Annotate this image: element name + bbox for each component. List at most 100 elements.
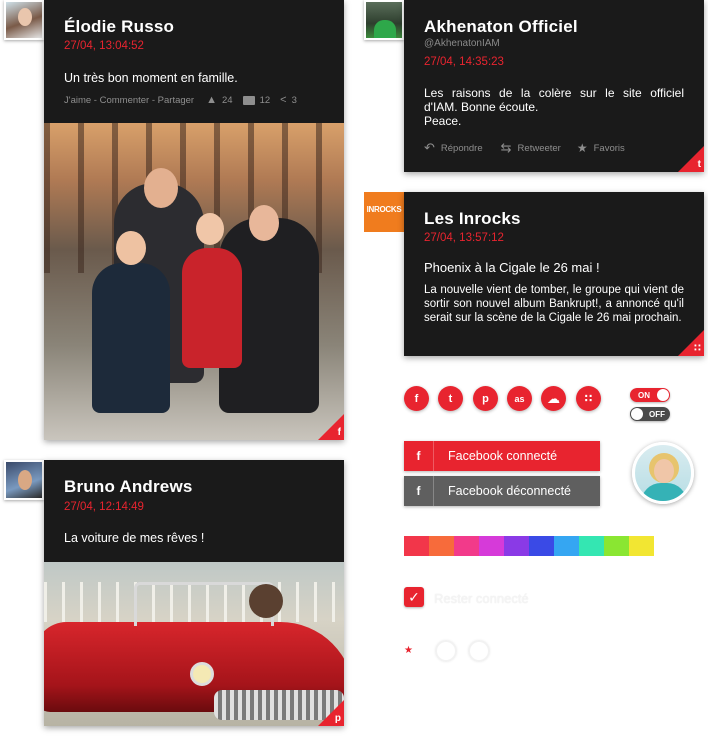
post-card-elodie: Élodie Russo 27/04, 13:04:52 Un très bon… (44, 0, 344, 440)
toggle-off[interactable]: OFF (630, 407, 670, 421)
color-swatch[interactable] (454, 536, 479, 556)
twitter-icon: t (697, 159, 701, 170)
comments-count: 12 (259, 94, 271, 106)
message-line: d'IAM. Bonne écoute. (424, 100, 539, 114)
post-message: La voiture de mes rêves ! (64, 531, 205, 545)
post-card-akhenaton: Akhenaton Officiel @AkhenatonIAM 27/04, … (404, 0, 704, 172)
color-swatch[interactable] (579, 536, 604, 556)
reply-label: Répondre (440, 142, 483, 154)
avatar-face (654, 459, 674, 483)
color-swatch[interactable] (629, 536, 654, 556)
avatar-inrocks[interactable]: INROCKS (364, 192, 404, 232)
facebook-icon: f (404, 441, 434, 471)
family-photo[interactable] (44, 123, 344, 440)
post-date: 27/04, 14:35:23 (424, 56, 504, 68)
post-handle[interactable]: @AkhenatonIAM (424, 38, 500, 49)
shares-group[interactable]: < 3 (280, 94, 297, 106)
favorite-button[interactable]: ★ Favoris (577, 141, 625, 155)
post-author[interactable]: Les Inrocks (424, 209, 521, 229)
shares-count: 3 (291, 94, 297, 106)
color-swatch[interactable] (554, 536, 579, 556)
facebook-disconnected-button[interactable]: f Facebook déconnecté (404, 476, 600, 506)
remember-me-checkbox[interactable]: ✓ (404, 587, 424, 607)
star-icon[interactable]: ★ (404, 645, 413, 656)
pinterest-icon[interactable]: p (473, 386, 498, 411)
post-date: 27/04, 13:57:12 (424, 232, 504, 244)
photo-face-girl (196, 213, 224, 245)
avatar-akhenaton[interactable] (364, 0, 404, 40)
facebook-icon[interactable]: f (404, 386, 429, 411)
post-date: 27/04, 12:14:49 (64, 501, 144, 513)
share-icon: < (280, 94, 287, 106)
photo-faces (144, 168, 178, 208)
likes-count: 24 (222, 94, 233, 106)
retweet-label: Retweeter (517, 142, 561, 154)
post-headline: Phoenix à la Cigale le 26 mai ! (424, 260, 600, 275)
toggle-knob (631, 408, 643, 420)
star-icon: ★ (576, 141, 588, 155)
photo-headlight (190, 662, 214, 686)
avatar-bruno[interactable] (4, 460, 44, 500)
car-photo[interactable] (44, 562, 344, 726)
post-author[interactable]: Akhenaton Officiel (424, 17, 578, 37)
rss-icon: ∷ (694, 343, 701, 354)
toggle-on[interactable]: ON (630, 388, 670, 402)
soundcloud-icon[interactable]: ☁ (541, 386, 566, 411)
reply-icon: ↶ (424, 140, 435, 155)
color-swatch[interactable] (504, 536, 529, 556)
avatar-elodie[interactable] (4, 0, 44, 40)
inrocks-logo: INROCKS (366, 205, 402, 214)
check-icon: ✓ (408, 588, 420, 605)
lastfm-icon[interactable]: as (507, 386, 532, 411)
twitter-icon[interactable]: t (438, 386, 463, 411)
avatar-figure (374, 20, 396, 38)
color-swatch[interactable] (429, 536, 454, 556)
post-author[interactable]: Bruno Andrews (64, 477, 193, 497)
radio-icon[interactable] (468, 640, 490, 662)
post-date: 27/04, 13:04:52 (64, 40, 144, 52)
color-swatch[interactable] (529, 536, 554, 556)
post-author[interactable]: Élodie Russo (64, 17, 174, 37)
avatar-shirt (641, 483, 687, 501)
retweet-icon: ⇆ (500, 140, 512, 155)
toggle-off-label: OFF (649, 409, 665, 419)
post-message: Les raisons de la colère sur le site off… (424, 86, 684, 128)
tweet-actions: ↶ Répondre ⇆ Retweeter ★ Favoris (424, 140, 684, 156)
thumb-icon: ▲ (206, 94, 217, 106)
facebook-connected-button[interactable]: f Facebook connecté (404, 441, 600, 471)
message-line: Peace. (424, 114, 462, 128)
post-card-inrocks: Les Inrocks 27/04, 13:57:12 Phoenix à la… (404, 192, 704, 356)
photo-driver (249, 584, 283, 618)
rss-icon[interactable]: ∷ (576, 386, 601, 411)
profile-avatar-circle[interactable] (632, 442, 694, 504)
radio-icon[interactable] (435, 640, 457, 662)
reply-button[interactable]: ↶ Répondre (424, 140, 483, 156)
remember-me-label[interactable]: Rester connecté (434, 591, 529, 606)
comment-icon (242, 95, 255, 105)
avatar-face (18, 8, 32, 26)
post-card-bruno: Bruno Andrews 27/04, 12:14:49 La voiture… (44, 460, 344, 726)
photo-face-mom (249, 205, 279, 241)
retweet-button[interactable]: ⇆ Retweeter (501, 140, 561, 156)
favorite-label: Favoris (593, 142, 625, 154)
post-actions: J'aime - Commenter - Partager ▲ 24 12 < … (64, 94, 324, 106)
color-swatch[interactable] (604, 536, 629, 556)
like-comment-share-links[interactable]: J'aime - Commenter - Partager (64, 95, 194, 106)
pinterest-icon: p (334, 713, 341, 724)
post-message: Un très bon moment en famille. (64, 71, 238, 85)
comments-group[interactable]: 12 (242, 94, 271, 106)
button-label: Facebook déconnecté (448, 484, 572, 498)
photo-girl (182, 248, 242, 368)
button-label: Facebook connecté (448, 449, 558, 463)
toggle-on-label: ON (638, 390, 650, 400)
photo-face-boy (116, 231, 146, 265)
toggle-knob (657, 389, 669, 401)
color-swatch[interactable] (479, 536, 504, 556)
facebook-icon: f (337, 427, 341, 438)
photo-boy (92, 263, 170, 413)
likes-group[interactable]: ▲ 24 (206, 94, 232, 106)
message-line: Les raisons de la colère sur le site off… (424, 86, 684, 100)
color-swatch[interactable] (404, 536, 429, 556)
post-message: La nouvelle vient de tomber, le groupe q… (424, 284, 684, 324)
facebook-icon: f (404, 476, 434, 506)
